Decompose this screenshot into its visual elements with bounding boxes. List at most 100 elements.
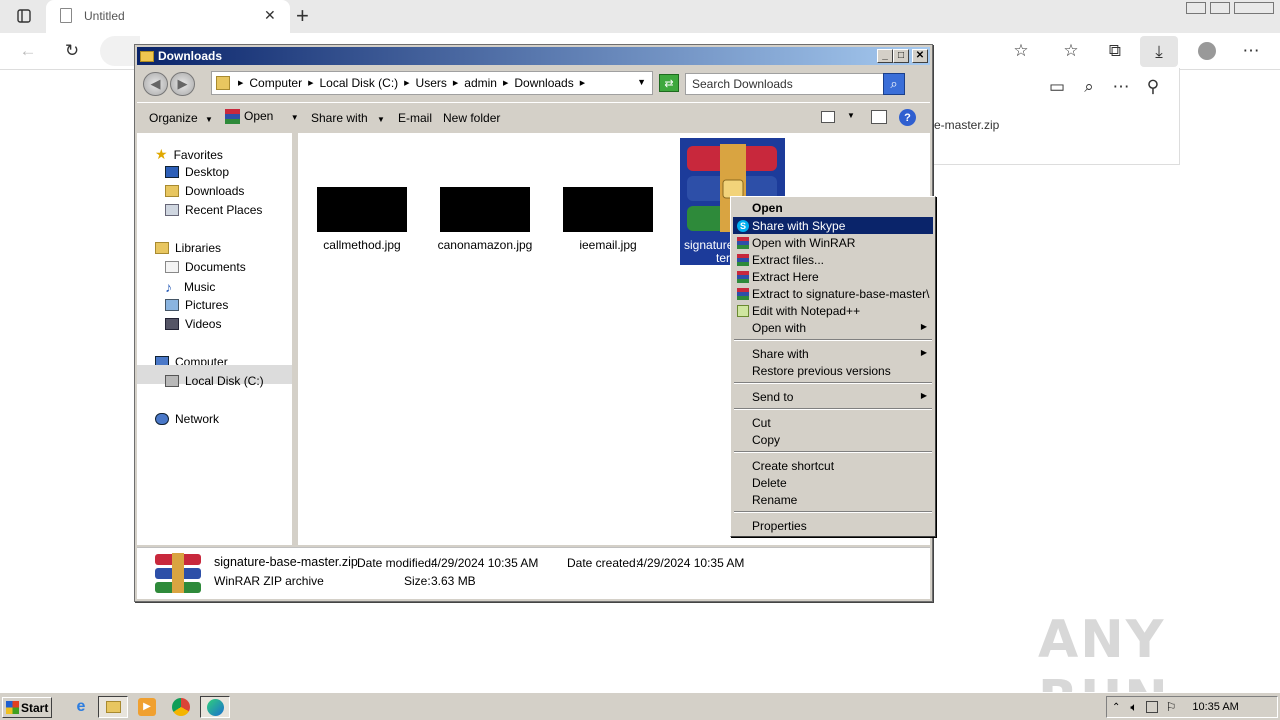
profile-icon[interactable]: [1196, 41, 1218, 61]
breadcrumb-computer[interactable]: Computer: [249, 76, 302, 90]
nav-music[interactable]: ♪ Music: [165, 279, 215, 295]
nav-videos[interactable]: Videos: [165, 317, 221, 331]
close-button[interactable]: ✕: [912, 49, 928, 63]
history-dropdown-icon[interactable]: ▼: [637, 77, 646, 87]
explorer-taskbar-icon[interactable]: [98, 696, 128, 718]
menu-restore-versions[interactable]: Restore previous versions: [733, 362, 933, 379]
menu-open-with[interactable]: Open with ▶: [733, 319, 933, 336]
breadcrumb-downloads[interactable]: Downloads: [514, 76, 573, 90]
breadcrumb-sep-icon[interactable]: ▶: [308, 79, 313, 87]
clock[interactable]: 10:35 AM: [1192, 701, 1238, 713]
breadcrumb-local-disk[interactable]: Local Disk (C:): [319, 76, 398, 90]
close-tab-icon[interactable]: ✕: [264, 7, 276, 24]
menu-edit-notepad[interactable]: Edit with Notepad++: [733, 302, 933, 319]
nav-favorites[interactable]: ★ Favorites: [155, 146, 223, 163]
menu-open[interactable]: Open: [733, 199, 933, 216]
change-view-icon[interactable]: [821, 111, 835, 123]
add-favorite-icon[interactable]: ☆: [1010, 41, 1032, 61]
preview-pane-icon[interactable]: [871, 110, 887, 124]
breadcrumb-sep-icon[interactable]: ▶: [238, 79, 243, 87]
refresh-icon[interactable]: ↻: [60, 41, 84, 61]
file-thumbnail[interactable]: [317, 187, 407, 232]
nav-libraries[interactable]: Libraries: [155, 241, 221, 255]
view-dropdown-icon[interactable]: ▼: [847, 111, 855, 120]
favorites-icon[interactable]: ☆: [1060, 41, 1082, 61]
command-bar: Organize ▼ Open ▼ Share with ▼ E-mail Ne…: [137, 102, 930, 132]
nav-recent-places[interactable]: Recent Places: [165, 203, 262, 217]
browser-tab[interactable]: Untitled ✕: [46, 0, 290, 33]
maximize-button[interactable]: □: [893, 49, 909, 63]
chrome-icon[interactable]: [172, 698, 190, 716]
menu-extract-here[interactable]: Extract Here: [733, 268, 933, 285]
file-name[interactable]: canonamazon.jpg: [425, 238, 545, 252]
nav-documents[interactable]: Documents: [165, 260, 246, 274]
close-browser-icon[interactable]: [1234, 2, 1274, 14]
open-folder-icon[interactable]: ▭: [1046, 77, 1068, 96]
refresh-icon[interactable]: ⇄: [659, 74, 679, 92]
breadcrumb-users[interactable]: Users: [416, 76, 447, 90]
restore-browser-icon[interactable]: [1210, 2, 1230, 14]
flag-icon[interactable]: ⚐: [1166, 700, 1177, 714]
search-input[interactable]: Search Downloads ⌕: [685, 73, 905, 95]
menu-share-skype[interactable]: S Share with Skype: [733, 217, 933, 234]
window-titlebar[interactable]: Downloads _ □ ✕: [137, 47, 930, 65]
forward-button[interactable]: ▶: [170, 72, 195, 96]
new-tab-button[interactable]: +: [296, 3, 309, 29]
edge-taskbar-icon[interactable]: [200, 696, 230, 718]
menu-rename[interactable]: Rename: [733, 491, 933, 508]
menu-open-winrar[interactable]: Open with WinRAR: [733, 234, 933, 251]
breadcrumb-sep-icon[interactable]: ▶: [404, 79, 409, 87]
breadcrumb-sep-icon[interactable]: ▶: [503, 79, 508, 87]
open-button[interactable]: Open ▼: [225, 109, 299, 125]
download-item-name[interactable]: e-master.zip: [934, 118, 999, 132]
ie-icon[interactable]: e: [72, 698, 90, 716]
nav-local-disk[interactable]: Local Disk (C:): [165, 374, 264, 388]
breadcrumb-sep-icon[interactable]: ▶: [580, 79, 585, 87]
media-player-icon[interactable]: ▶: [138, 698, 156, 716]
help-icon[interactable]: ?: [899, 109, 916, 126]
location-icon: [216, 76, 230, 90]
menu-share-with[interactable]: Share with ▶: [733, 345, 933, 362]
address-bar[interactable]: ▶ Computer ▶ Local Disk (C:) ▶ Users ▶ a…: [211, 71, 653, 95]
breadcrumb-admin[interactable]: admin: [464, 76, 497, 90]
minimize-browser-icon[interactable]: [1186, 2, 1206, 14]
menu-create-shortcut[interactable]: Create shortcut: [733, 457, 933, 474]
menu-copy[interactable]: Copy: [733, 431, 933, 448]
more-menu-icon[interactable]: ⋯: [1240, 41, 1262, 61]
back-button[interactable]: ◀: [143, 72, 168, 96]
panel-more-icon[interactable]: ⋯: [1110, 77, 1132, 96]
volume-icon[interactable]: 🔈︎: [1130, 700, 1137, 715]
breadcrumb-sep-icon[interactable]: ▶: [453, 79, 458, 87]
menu-extract-files[interactable]: Extract files...: [733, 251, 933, 268]
downloads-icon[interactable]: ⤓: [1140, 36, 1178, 67]
file-name[interactable]: callmethod.jpg: [302, 238, 422, 252]
pin-icon[interactable]: ⚲: [1142, 77, 1164, 96]
nav-pictures[interactable]: Pictures: [165, 298, 228, 312]
tray-expand-icon[interactable]: ⌃: [1112, 702, 1120, 713]
collections-icon[interactable]: ⧉: [1104, 41, 1126, 61]
start-button[interactable]: Start: [2, 697, 52, 718]
file-thumbnail[interactable]: [563, 187, 653, 232]
nav-downloads[interactable]: Downloads: [165, 184, 244, 198]
menu-properties[interactable]: Properties: [733, 517, 933, 534]
videos-icon: [165, 318, 179, 330]
minimize-button[interactable]: _: [877, 49, 893, 63]
search-downloads-icon[interactable]: ⌕: [1078, 77, 1100, 96]
email-button[interactable]: E-mail: [398, 111, 432, 125]
network-tray-icon[interactable]: [1145, 701, 1158, 713]
tab-actions-icon[interactable]: [12, 6, 36, 26]
back-icon[interactable]: ←: [16, 41, 40, 61]
downloads-folder-icon: [165, 185, 179, 197]
menu-delete[interactable]: Delete: [733, 474, 933, 491]
menu-extract-to[interactable]: Extract to signature-base-master\: [733, 285, 933, 302]
menu-send-to[interactable]: Send to ▶: [733, 388, 933, 405]
file-name[interactable]: ieemail.jpg: [548, 238, 668, 252]
file-thumbnail[interactable]: [440, 187, 530, 232]
nav-desktop[interactable]: Desktop: [165, 165, 229, 179]
nav-network[interactable]: Network: [155, 412, 219, 426]
search-icon[interactable]: ⌕: [883, 73, 905, 95]
share-with-button[interactable]: Share with ▼: [311, 111, 385, 125]
organize-button[interactable]: Organize ▼: [149, 111, 213, 125]
new-folder-button[interactable]: New folder: [443, 111, 500, 125]
menu-cut[interactable]: Cut: [733, 414, 933, 431]
